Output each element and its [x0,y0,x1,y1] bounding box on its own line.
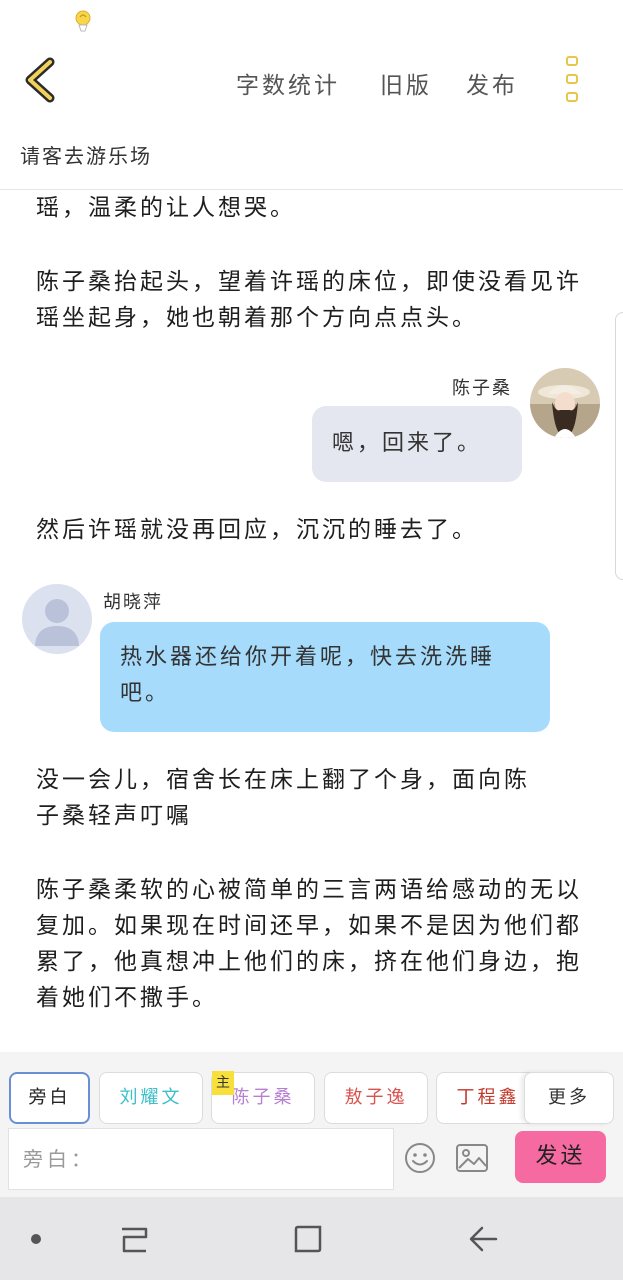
speaker-name: 陈子桑 [452,378,512,399]
message-text: 嗯，回来了。 [332,431,483,456]
paragraph: 然后许瑶就没再回应，沉沉的睡去了。 [36,517,478,543]
back-arrow-icon [25,57,55,103]
role-label: 刘耀文 [119,1087,183,1108]
role-button-narrator[interactable]: 旁白 [9,1072,90,1124]
story-title: 请客去游乐场 [20,144,152,168]
message-bubble: 嗯，回来了。 [312,406,522,482]
paragraph: 陈子桑柔软的心被简单的三言两语给感动的无以复加。如果现在时间还早，如果不是因为他… [36,877,582,1011]
menu-dot-icon [566,56,578,66]
avatar[interactable] [530,368,600,438]
dialogue-input[interactable] [9,1129,393,1189]
paragraph: 没一会儿，宿舍长在床上翻了个身，面向陈子桑轻声叮嘱 [36,767,530,829]
story-content[interactable]: 瑶，温柔的让人想哭。 陈子桑抬起头，望着许瑶的床位，即使没看见许瑶坐起身，她也朝… [0,190,623,1052]
system-navigation-bar [0,1197,623,1280]
role-label: 旁白 [28,1087,71,1108]
default-avatar-icon [22,584,92,654]
back-button[interactable] [20,56,64,104]
home-icon[interactable] [292,1223,324,1255]
status-bar [0,0,623,40]
role-button-chenzisang[interactable]: 主 陈子桑 [211,1071,315,1124]
top-app-bar: 字数统计 旧版 发布 [0,40,623,120]
back-nav-icon[interactable] [466,1223,500,1255]
dialogue-input-box[interactable] [8,1128,394,1190]
paragraph: 瑶，温柔的让人想哭。 [36,195,296,221]
image-icon[interactable] [456,1144,488,1172]
avatar[interactable] [22,584,92,654]
emoji-icon[interactable] [404,1142,436,1174]
more-label: 更多 [548,1087,590,1108]
main-character-badge: 主 [212,1071,234,1095]
message-bubble: 热水器还给你开着呢，快去洗洗睡吧。 [100,622,550,732]
role-button-aoziyi[interactable]: 敖子逸 [324,1072,428,1124]
more-roles-button[interactable]: 更多 [524,1072,614,1124]
word-count-button[interactable]: 字数统计 [236,66,340,100]
publish-button[interactable]: 发布 [466,66,518,100]
menu-dot-icon [566,92,578,102]
more-menu-button[interactable] [560,52,586,108]
lightbulb-icon [75,10,91,32]
message-text: 热水器还给你开着呢，快去洗洗睡吧。 [120,645,496,706]
girl-avatar-icon [530,368,600,438]
recent-apps-icon[interactable] [118,1225,150,1255]
role-label: 丁程鑫 [456,1087,520,1108]
editor-toolbar: 旁白 刘耀文 主 陈子桑 敖子逸 丁程鑫 更多 发送 [0,1052,623,1197]
speaker-name: 胡晓萍 [103,592,163,613]
scroll-handle[interactable] [615,312,623,580]
send-button[interactable]: 发送 [515,1131,606,1183]
role-label: 陈子桑 [231,1087,295,1108]
old-version-button[interactable]: 旧版 [380,66,432,100]
role-button-liuyaowen[interactable]: 刘耀文 [99,1072,203,1124]
nav-dot-icon[interactable] [30,1233,42,1245]
role-label: 敖子逸 [344,1087,408,1108]
paragraph: 陈子桑抬起头，望着许瑶的床位，即使没看见许瑶坐起身，她也朝着那个方向点点头。 [36,269,582,331]
menu-dot-icon [566,74,578,84]
